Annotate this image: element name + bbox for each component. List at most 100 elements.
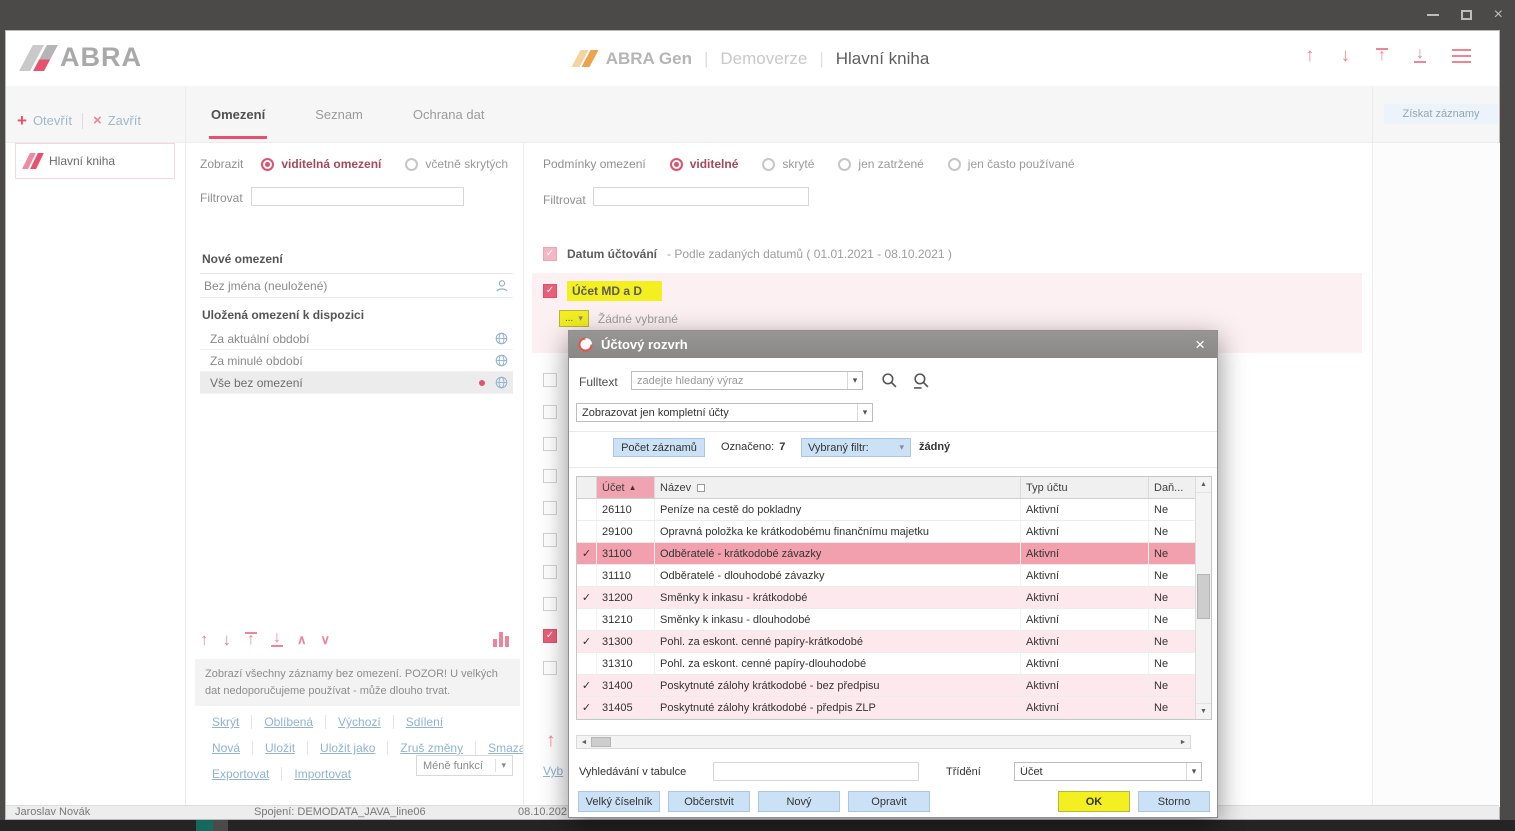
name-column-header[interactable]: Název	[655, 477, 1021, 498]
sidebar-item-hlavni-kniha[interactable]: Hlavní kniha	[15, 143, 175, 179]
partial-link[interactable]: Vyb	[543, 764, 563, 778]
condition-checkbox[interactable]	[543, 373, 557, 387]
link[interactable]: Uložit jako	[308, 741, 388, 755]
advanced-search-icon[interactable]	[913, 372, 930, 389]
radio-option[interactable]: skryté	[762, 157, 814, 171]
selected-filter-dropdown[interactable]: Vybraný filtr: ▾	[801, 438, 911, 457]
minimize-icon[interactable]	[1427, 14, 1439, 16]
link[interactable]: Uložit	[253, 741, 308, 755]
filter-input[interactable]	[251, 187, 464, 206]
link[interactable]: Importovat	[282, 767, 363, 781]
chevron-down-icon[interactable]: ▾	[847, 372, 862, 389]
link[interactable]: Zruš změny	[388, 741, 476, 755]
dialog-button[interactable]: Nový	[758, 791, 840, 812]
fulltext-input[interactable]	[632, 375, 847, 387]
link[interactable]: Sdílení	[394, 715, 455, 729]
account-condition-checkbox[interactable]: ✓	[543, 284, 557, 298]
table-row[interactable]: 31310 Pohl. za eskont. cenné papíry-dlou…	[577, 653, 1195, 675]
expand-icon[interactable]: ∨	[321, 632, 331, 648]
first-record-icon[interactable]: ↑	[1376, 48, 1388, 63]
scrollbar-thumb[interactable]	[1197, 574, 1210, 619]
type-column-header[interactable]: Typ účtu	[1021, 477, 1149, 498]
condition-checkbox[interactable]	[543, 405, 557, 419]
menu-icon[interactable]	[1452, 49, 1471, 63]
dialog-button[interactable]: Občerstvit	[668, 791, 750, 812]
condition-checkbox[interactable]	[543, 501, 557, 515]
tab[interactable]: Seznam	[315, 86, 363, 142]
chart-icon[interactable]	[493, 632, 509, 647]
table-row[interactable]: 31110 Odběratelé - dlouhodobé závazky Ak…	[577, 565, 1195, 587]
less-functions-button[interactable]: Méně funkcí ▾	[416, 755, 513, 776]
radio-option[interactable]: viditelná omezení	[261, 157, 381, 171]
table-row[interactable]: ✓ 31200 Směnky k inkasu - krátkodobé Akt…	[577, 587, 1195, 609]
link[interactable]: Oblíbená	[252, 715, 326, 729]
move-bottom-icon[interactable]: ↓	[271, 632, 283, 647]
sort-dropdown[interactable]: Účet ▾	[1014, 762, 1202, 781]
move-down-icon[interactable]: ↓	[223, 631, 232, 648]
link[interactable]: Nová	[200, 741, 253, 755]
table-row[interactable]: ✓ 31405 Poskytnuté zálohy krátkodobé - p…	[577, 697, 1195, 719]
tab[interactable]: Omezení	[211, 86, 265, 142]
open-button[interactable]: + Otevřít	[17, 112, 72, 129]
table-row[interactable]: 26110 Peníze na cestě do pokladny Aktivn…	[577, 499, 1195, 521]
modal-titlebar[interactable]: Účtový rozvrh ×	[569, 331, 1217, 358]
table-row[interactable]: ✓ 31300 Pohl. za eskont. cenné papíry-kr…	[577, 631, 1195, 653]
table-row[interactable]: 31210 Směnky k inkasu - dlouhodobé Aktiv…	[577, 609, 1195, 631]
move-up-icon[interactable]: ↑	[200, 631, 209, 648]
date-condition-checkbox[interactable]: ✓	[543, 247, 557, 261]
saved-restriction-item[interactable]: Vše bez omezení	[200, 372, 513, 394]
scroll-down-icon[interactable]: ▼	[1196, 703, 1211, 719]
unsaved-restriction-item[interactable]: Bez jména (neuložené)	[200, 274, 513, 298]
condition-checkbox[interactable]	[543, 565, 557, 579]
tab[interactable]: Ochrana dat	[413, 86, 485, 142]
record-count-button[interactable]: Počet záznamů	[613, 438, 705, 457]
radio-option[interactable]: viditelné	[670, 157, 739, 171]
saved-restriction-item[interactable]: Za aktuální období	[200, 328, 513, 350]
account-column-header[interactable]: Účet ▲	[597, 477, 655, 498]
radio-option[interactable]: včetně skrytých	[405, 157, 508, 171]
maximize-icon[interactable]	[1461, 10, 1472, 20]
collapse-icon[interactable]: ∧	[297, 632, 307, 648]
prev-record-icon[interactable]: ↑	[1305, 46, 1315, 65]
radio-option[interactable]: jen často používané	[948, 157, 1075, 171]
condition-checkbox[interactable]: ✓	[543, 629, 557, 643]
close-window-icon[interactable]: ×	[1494, 7, 1503, 23]
condition-checkbox[interactable]	[543, 661, 557, 675]
close-button[interactable]: × Zavřít	[93, 113, 141, 128]
scroll-left-icon[interactable]: ◄	[577, 736, 591, 748]
scrollbar-thumb[interactable]	[591, 737, 611, 747]
dialog-button[interactable]: Velký číselník	[578, 791, 660, 812]
get-records-button[interactable]: Získat záznamy	[1384, 104, 1498, 124]
condition-checkbox[interactable]	[543, 533, 557, 547]
account-picker-button[interactable]: ... ▾	[559, 310, 589, 327]
table-row[interactable]: ✓ 31400 Poskytnuté zálohy krátkodobé - b…	[577, 675, 1195, 697]
view-filter-dropdown[interactable]: Zobrazovat jen kompletní účty ▾	[576, 403, 873, 422]
tax-column-header[interactable]: Daň...	[1149, 477, 1195, 498]
horizontal-scrollbar[interactable]: ◄ ►	[576, 735, 1191, 749]
ok-button[interactable]: OK	[1058, 791, 1130, 812]
vertical-scrollbar[interactable]: ▲ ▼	[1195, 477, 1211, 719]
search-icon[interactable]	[881, 372, 898, 389]
close-dialog-icon[interactable]: ×	[1192, 336, 1208, 353]
condition-checkbox[interactable]	[543, 597, 557, 611]
link[interactable]: Výchozí	[326, 715, 394, 729]
link[interactable]: Skrýt	[200, 715, 252, 729]
link[interactable]: Exportovat	[200, 767, 282, 781]
radio-option[interactable]: jen zatržené	[838, 157, 923, 171]
move-top-icon[interactable]: ↑	[245, 632, 257, 647]
check-column-header[interactable]	[577, 477, 597, 498]
dialog-button[interactable]: Opravit	[848, 791, 930, 812]
next-record-icon[interactable]: ↓	[1341, 46, 1351, 65]
table-row[interactable]: ✓ 31100 Odběratelé - krátkodobé závazky …	[577, 543, 1195, 565]
table-search-input[interactable]	[713, 762, 919, 781]
scroll-up-icon[interactable]: ▲	[1196, 477, 1211, 493]
last-record-icon[interactable]: ↓	[1414, 48, 1426, 63]
saved-restriction-item[interactable]: Za minulé období	[200, 350, 513, 372]
table-row[interactable]: 29100 Opravná položka ke krátkodobému fi…	[577, 521, 1195, 543]
scroll-up-icon[interactable]: ↑	[546, 731, 556, 750]
scroll-right-icon[interactable]: ►	[1176, 736, 1190, 748]
cancel-button[interactable]: Storno	[1138, 791, 1210, 812]
conditions-filter-input[interactable]	[593, 187, 809, 206]
condition-checkbox[interactable]	[543, 469, 557, 483]
condition-checkbox[interactable]	[543, 437, 557, 451]
